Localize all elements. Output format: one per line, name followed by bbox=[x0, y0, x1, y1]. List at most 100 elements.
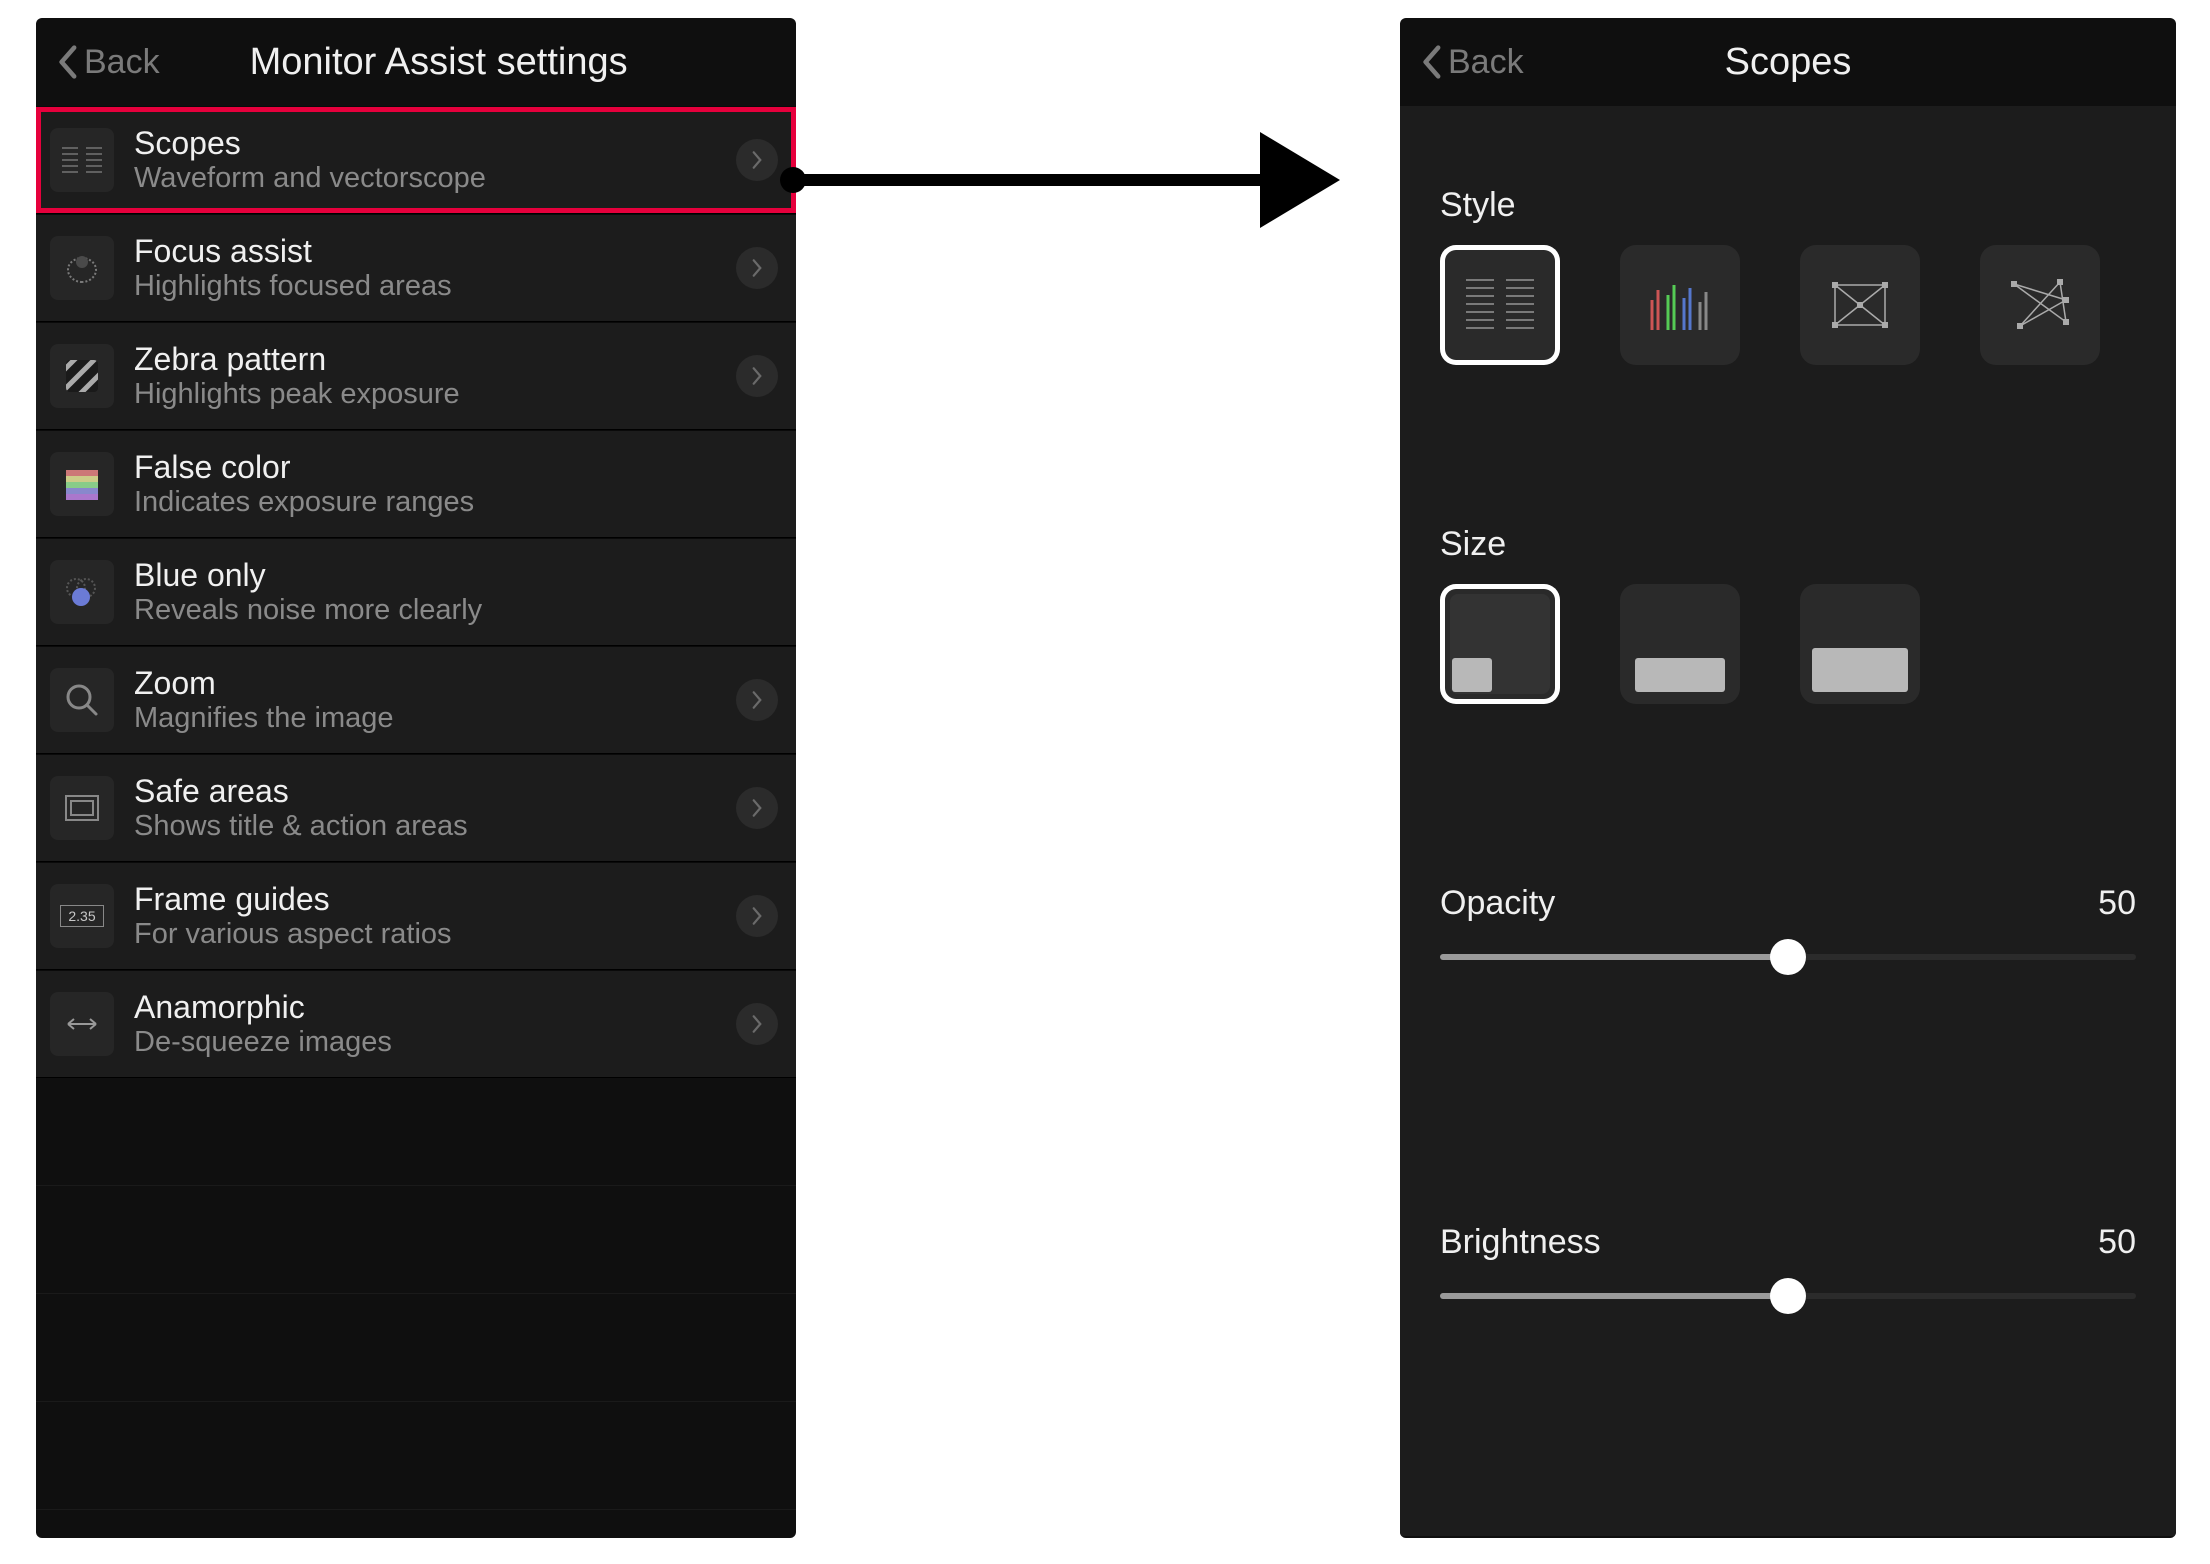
list-item-zebra[interactable]: Zebra pattern Highlights peak exposure bbox=[36, 322, 796, 430]
size-preview-icon bbox=[1812, 648, 1908, 692]
panel-header: Back Monitor Assist settings bbox=[36, 18, 796, 106]
opacity-slider[interactable] bbox=[1440, 941, 2136, 973]
slider-fill bbox=[1440, 954, 1788, 960]
size-section: Size bbox=[1400, 485, 2176, 704]
list-item-text: False color Indicates exposure ranges bbox=[134, 449, 778, 519]
list-item-subtitle: For various aspect ratios bbox=[134, 918, 716, 951]
monitor-assist-settings-panel: Back Monitor Assist settings Scopes Wave… bbox=[36, 18, 796, 1538]
list-item-anamorphic[interactable]: Anamorphic De-squeeze images bbox=[36, 970, 796, 1078]
size-large[interactable] bbox=[1800, 584, 1920, 704]
list-item-subtitle: Highlights focused areas bbox=[134, 270, 716, 303]
list-item-title: False color bbox=[134, 449, 778, 486]
list-item-text: Focus assist Highlights focused areas bbox=[134, 233, 716, 303]
style-section: Style bbox=[1400, 146, 2176, 365]
list-item-safe-areas[interactable]: Safe areas Shows title & action areas bbox=[36, 754, 796, 862]
list-item-text: Blue only Reveals noise more clearly bbox=[134, 557, 778, 627]
brightness-section: Brightness 50 bbox=[1400, 1183, 2176, 1352]
list-item-title: Focus assist bbox=[134, 233, 716, 270]
aspect-ratio-badge: 2.35 bbox=[60, 905, 104, 927]
list-item-title: Safe areas bbox=[134, 773, 716, 810]
list-item-text: Zoom Magnifies the image bbox=[134, 665, 716, 735]
list-item-subtitle: Highlights peak exposure bbox=[134, 378, 716, 411]
size-small[interactable] bbox=[1440, 584, 1560, 704]
chevron-right-icon bbox=[736, 139, 778, 181]
back-button[interactable]: Back bbox=[1420, 43, 1524, 82]
empty-area bbox=[36, 1078, 796, 1510]
brightness-slider[interactable] bbox=[1440, 1280, 2136, 1312]
zoom-icon bbox=[50, 668, 114, 732]
arrow-line bbox=[804, 174, 1260, 186]
waveform-rgb-icon bbox=[1640, 270, 1720, 340]
empty-row bbox=[36, 1294, 796, 1402]
zebra-icon bbox=[50, 344, 114, 408]
chevron-right-icon bbox=[736, 679, 778, 721]
list-item-text: Scopes Waveform and vectorscope bbox=[134, 125, 716, 195]
panel-header: Back Scopes bbox=[1400, 18, 2176, 106]
style-vectorscope-a[interactable] bbox=[1800, 245, 1920, 365]
list-item-subtitle: Shows title & action areas bbox=[134, 810, 716, 843]
list-item-frame-guides[interactable]: 2.35 Frame guides For various aspect rat… bbox=[36, 862, 796, 970]
style-label: Style bbox=[1440, 186, 2136, 225]
list-item-false-color[interactable]: False color Indicates exposure ranges bbox=[36, 430, 796, 538]
list-item-focus-assist[interactable]: Focus assist Highlights focused areas bbox=[36, 214, 796, 322]
list-item-text: Anamorphic De-squeeze images bbox=[134, 989, 716, 1059]
opacity-section: Opacity 50 bbox=[1400, 844, 2176, 1013]
frame-guides-icon: 2.35 bbox=[50, 884, 114, 948]
chevron-right-icon bbox=[736, 787, 778, 829]
navigation-arrow bbox=[780, 130, 1340, 230]
chevron-right-icon bbox=[736, 247, 778, 289]
arrow-head-icon bbox=[1260, 132, 1340, 228]
scopes-settings-panel: Back Scopes Style bbox=[1400, 18, 2176, 1538]
size-preview-icon bbox=[1452, 658, 1492, 692]
list-item-title: Zebra pattern bbox=[134, 341, 716, 378]
chevron-right-icon bbox=[736, 355, 778, 397]
list-item-subtitle: Reveals noise more clearly bbox=[134, 594, 778, 627]
page-title: Monitor Assist settings bbox=[250, 41, 628, 84]
arrow-origin-dot bbox=[780, 167, 806, 193]
chevron-right-icon bbox=[736, 1003, 778, 1045]
list-item-zoom[interactable]: Zoom Magnifies the image bbox=[36, 646, 796, 754]
slider-thumb[interactable] bbox=[1770, 939, 1806, 975]
false-color-icon bbox=[50, 452, 114, 516]
scopes-icon bbox=[50, 128, 114, 192]
size-preview-icon bbox=[1635, 658, 1725, 692]
list-item-title: Zoom bbox=[134, 665, 716, 702]
list-item-scopes[interactable]: Scopes Waveform and vectorscope bbox=[36, 106, 796, 214]
back-label: Back bbox=[84, 43, 160, 82]
list-item-subtitle: Waveform and vectorscope bbox=[134, 162, 716, 195]
chevron-right-icon bbox=[736, 895, 778, 937]
vectorscope-b-icon bbox=[2000, 270, 2080, 340]
brightness-value: 50 bbox=[2098, 1223, 2136, 1262]
size-medium[interactable] bbox=[1620, 584, 1740, 704]
back-label: Back bbox=[1448, 43, 1524, 82]
list-item-title: Anamorphic bbox=[134, 989, 716, 1026]
slider-thumb[interactable] bbox=[1770, 1278, 1806, 1314]
back-button[interactable]: Back bbox=[56, 43, 160, 82]
empty-row bbox=[36, 1078, 796, 1186]
empty-row bbox=[36, 1186, 796, 1294]
list-item-text: Frame guides For various aspect ratios bbox=[134, 881, 716, 951]
style-waveform-rgb[interactable] bbox=[1620, 245, 1740, 365]
style-options bbox=[1440, 245, 2136, 365]
list-item-title: Blue only bbox=[134, 557, 778, 594]
empty-row bbox=[36, 1402, 796, 1510]
focus-assist-icon bbox=[50, 236, 114, 300]
style-vectorscope-b[interactable] bbox=[1980, 245, 2100, 365]
chevron-left-icon bbox=[56, 44, 78, 80]
safe-areas-icon bbox=[50, 776, 114, 840]
style-waveform-luma[interactable] bbox=[1440, 245, 1560, 365]
list-item-subtitle: Indicates exposure ranges bbox=[134, 486, 778, 519]
waveform-luma-icon bbox=[1460, 270, 1540, 340]
slider-fill bbox=[1440, 1293, 1788, 1299]
list-item-text: Zebra pattern Highlights peak exposure bbox=[134, 341, 716, 411]
list-item-title: Frame guides bbox=[134, 881, 716, 918]
chevron-left-icon bbox=[1420, 44, 1442, 80]
list-item-subtitle: Magnifies the image bbox=[134, 702, 716, 735]
list-item-blue-only[interactable]: Blue only Reveals noise more clearly bbox=[36, 538, 796, 646]
size-label: Size bbox=[1440, 525, 2136, 564]
brightness-label: Brightness bbox=[1440, 1223, 1601, 1262]
opacity-value: 50 bbox=[2098, 884, 2136, 923]
blue-only-icon bbox=[50, 560, 114, 624]
page-title: Scopes bbox=[1725, 41, 1852, 84]
vectorscope-a-icon bbox=[1820, 270, 1900, 340]
